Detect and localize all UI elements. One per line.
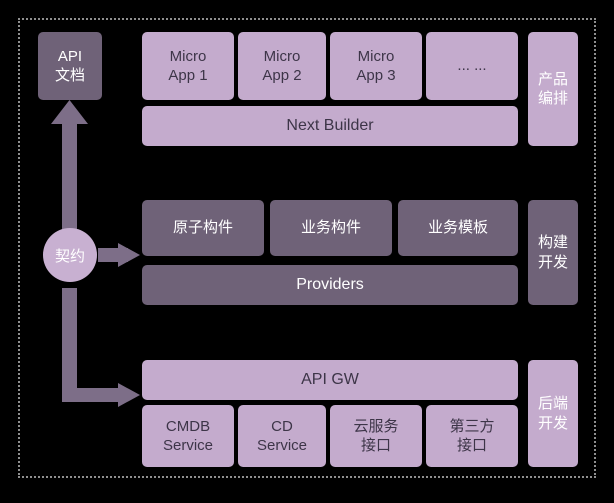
third-party-api-box[interactable]: 第三方 接口 bbox=[426, 405, 518, 467]
side-label-backend-development[interactable]: 后端 开发 bbox=[528, 360, 578, 467]
side-label-build-development[interactable]: 构建 开发 bbox=[528, 200, 578, 305]
atomic-component-box[interactable]: 原子构件 bbox=[142, 200, 264, 256]
side-label-product-orchestration[interactable]: 产品 编排 bbox=[528, 32, 578, 146]
api-gw-bar[interactable]: API GW bbox=[142, 360, 518, 400]
micro-app-more-box[interactable]: ... ... bbox=[426, 32, 518, 100]
micro-app-2-box[interactable]: Micro App 2 bbox=[238, 32, 326, 100]
micro-app-1-box[interactable]: Micro App 1 bbox=[142, 32, 234, 100]
cmdb-service-box[interactable]: CMDB Service bbox=[142, 405, 234, 467]
business-component-box[interactable]: 业务构件 bbox=[270, 200, 392, 256]
architecture-diagram: API 文档 契约 Micro App 1 Micro App 2 Micro … bbox=[0, 0, 614, 503]
api-doc-box[interactable]: API 文档 bbox=[38, 32, 102, 100]
contract-circle[interactable]: 契约 bbox=[43, 228, 97, 282]
cloud-service-api-box[interactable]: 云服务 接口 bbox=[330, 405, 422, 467]
business-template-box[interactable]: 业务模板 bbox=[398, 200, 518, 256]
micro-app-3-box[interactable]: Micro App 3 bbox=[330, 32, 422, 100]
cd-service-box[interactable]: CD Service bbox=[238, 405, 326, 467]
next-builder-bar[interactable]: Next Builder bbox=[142, 106, 518, 146]
providers-bar[interactable]: Providers bbox=[142, 265, 518, 305]
